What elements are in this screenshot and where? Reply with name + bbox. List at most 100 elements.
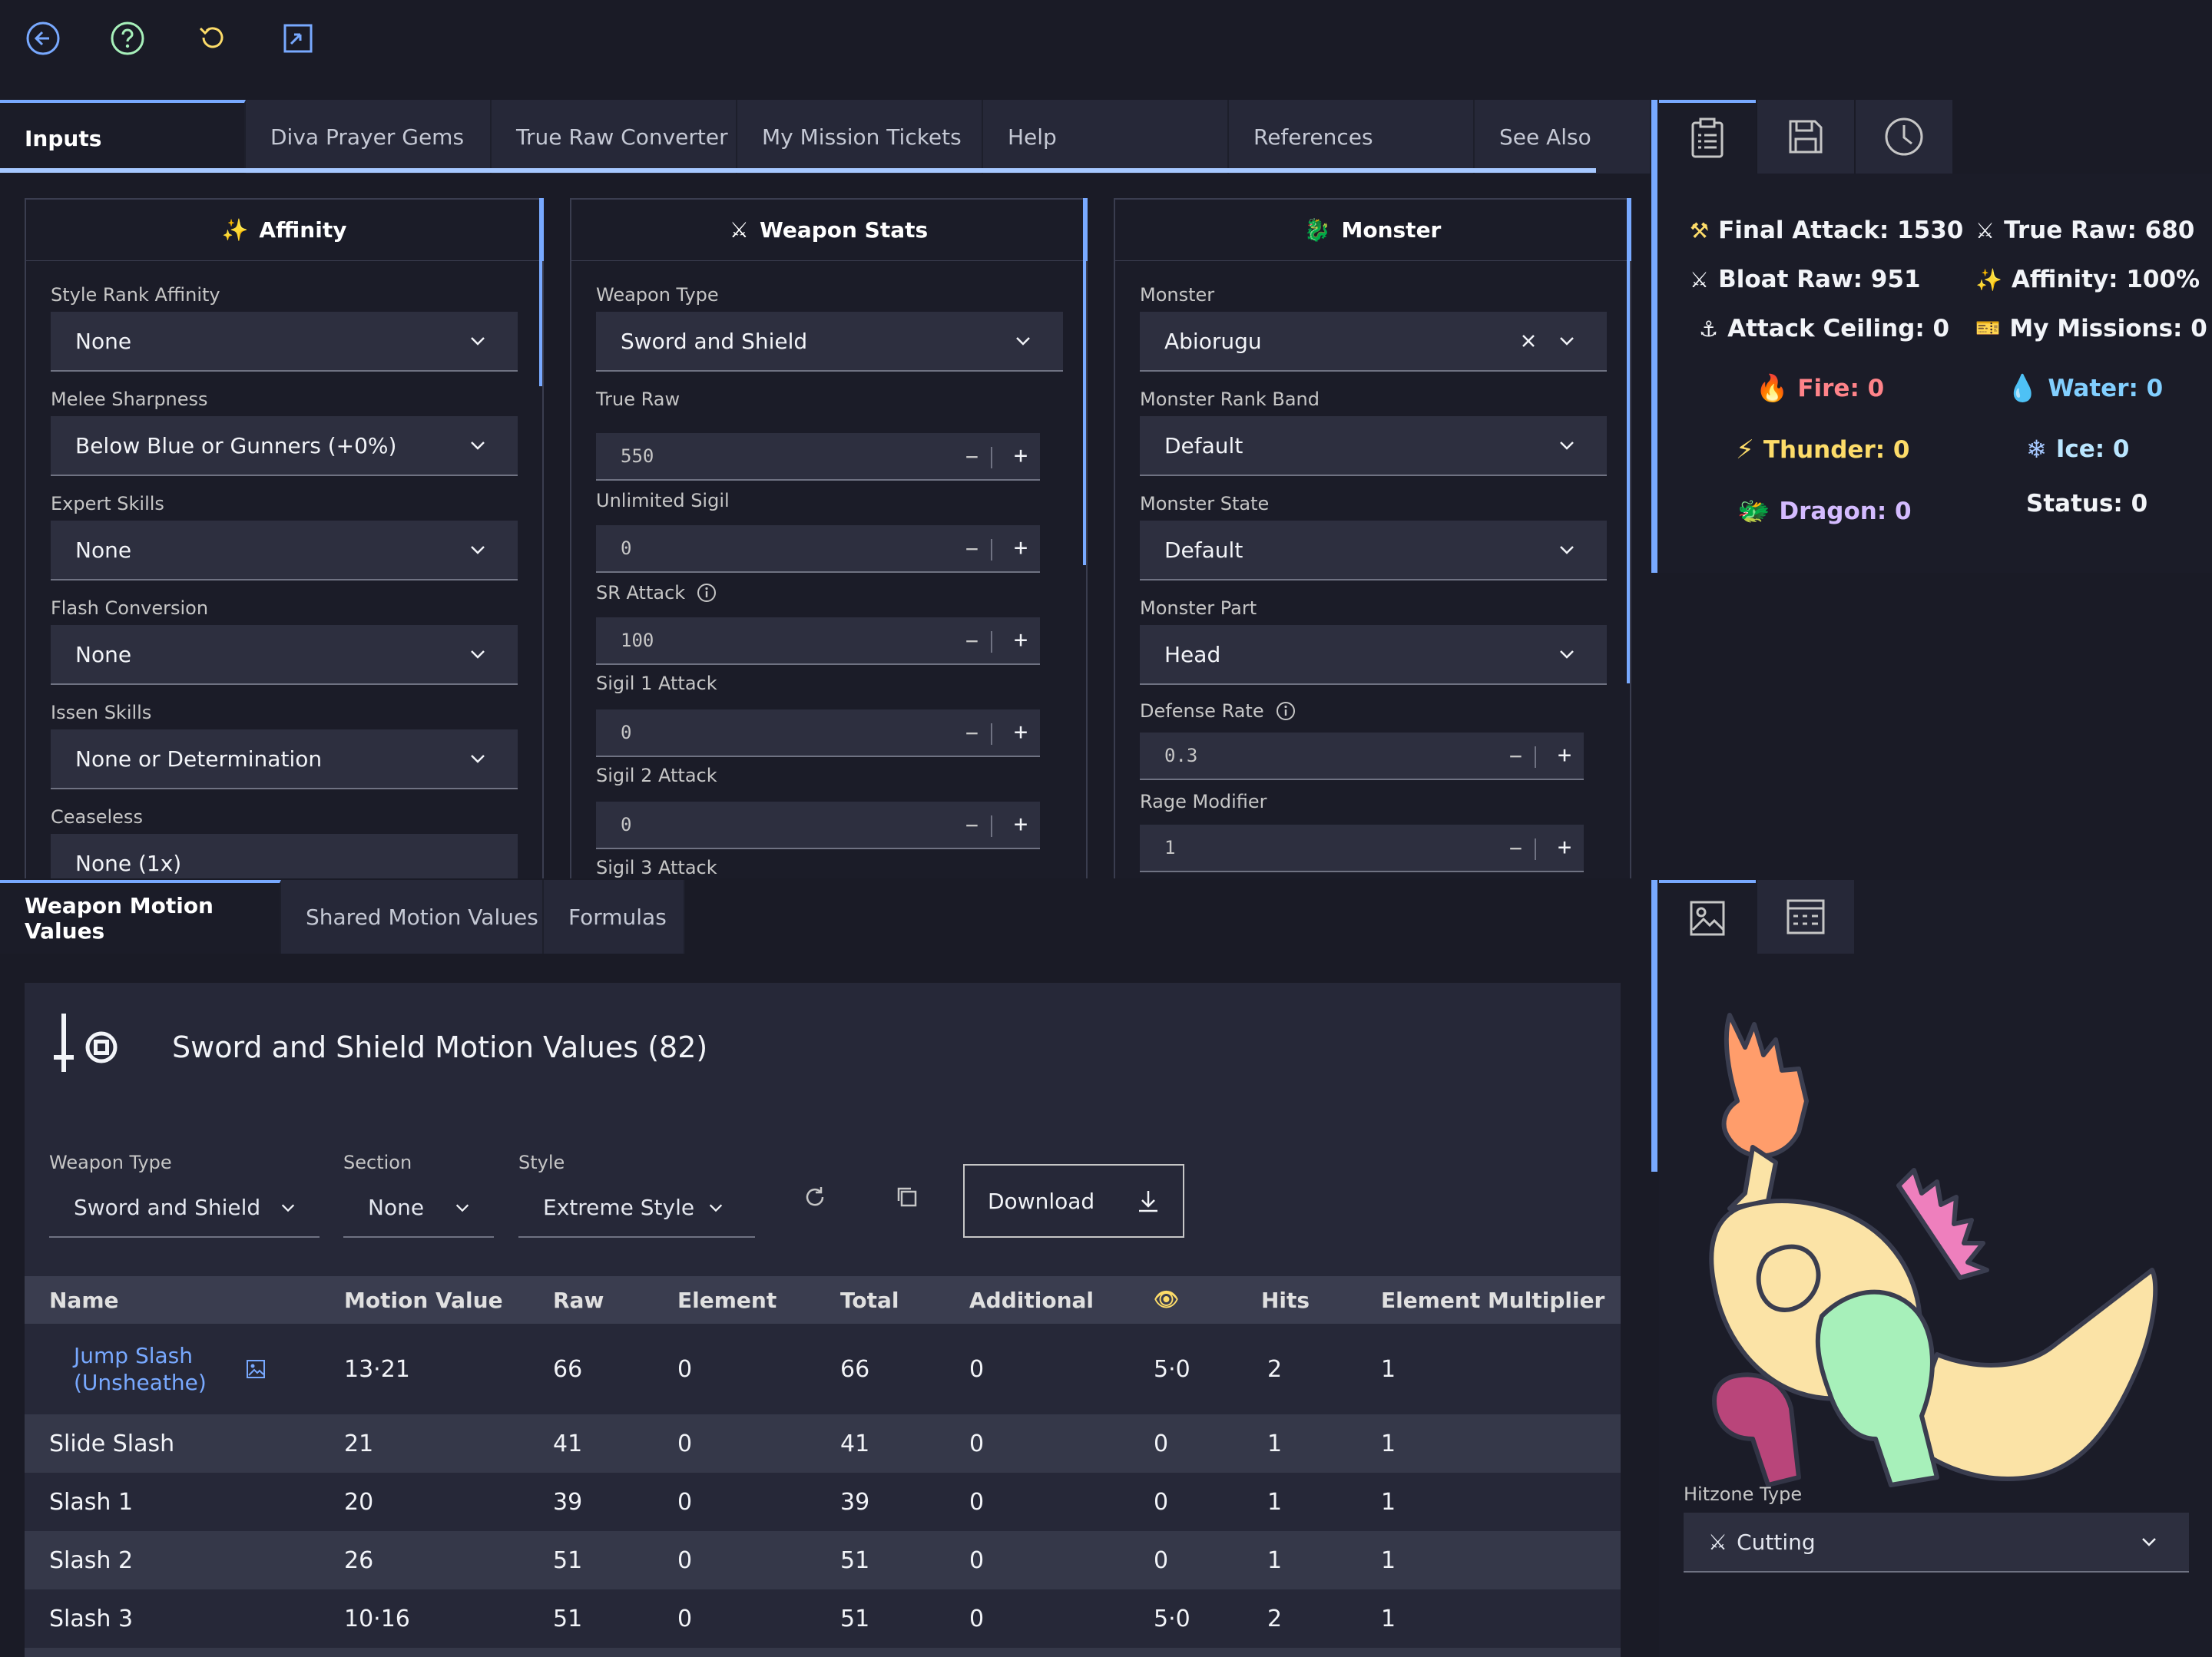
- expert-skills-select[interactable]: None: [51, 521, 518, 580]
- issen-skills-select[interactable]: None or Determination: [51, 729, 518, 789]
- tab-true-raw-converter[interactable]: True Raw Converter: [492, 100, 737, 174]
- monster-header: 🐉 Monster: [1114, 198, 1631, 261]
- select-value: None: [368, 1194, 425, 1220]
- weapon-type-select[interactable]: Sword and Shield: [596, 312, 1063, 372]
- sigil-2-attack-input[interactable]: 0 − +: [596, 802, 1040, 849]
- sigil-1-attack-input[interactable]: 0 − +: [596, 709, 1040, 757]
- unlimited-sigil-input[interactable]: 0 − +: [596, 525, 1040, 573]
- monster-rank-band-label: Monster Rank Band: [1140, 389, 1320, 410]
- monster-select[interactable]: Abiorugu: [1140, 312, 1607, 372]
- col-stun[interactable]: 👁: [1154, 1276, 1179, 1324]
- mv-weapon-type-select[interactable]: Sword and Shield: [49, 1178, 320, 1238]
- tab-history[interactable]: [1856, 100, 1952, 174]
- monster-state-select[interactable]: Default: [1140, 521, 1607, 580]
- flash-conversion-select[interactable]: None: [51, 625, 518, 685]
- chevron-down-icon: [1014, 332, 1032, 350]
- thunder-icon: ⚡: [1736, 435, 1754, 465]
- rage-modifier-input[interactable]: 1 − +: [1140, 825, 1584, 872]
- clipboard-icon: [1691, 117, 1724, 158]
- tab-monster-image[interactable]: [1659, 880, 1756, 954]
- decrement-button[interactable]: −: [965, 444, 979, 469]
- decrement-button[interactable]: −: [965, 628, 979, 653]
- increment-button[interactable]: +: [1558, 742, 1571, 769]
- final-attack-stat: ⚒ Final Attack: 1530: [1690, 217, 1963, 244]
- true-raw-input[interactable]: 550 − +: [596, 433, 1040, 481]
- col-element[interactable]: Element: [677, 1276, 777, 1324]
- style-rank-affinity-select[interactable]: None: [51, 312, 518, 372]
- ceaseless-select[interactable]: None (1x): [51, 834, 518, 878]
- tab-inputs[interactable]: Inputs: [0, 100, 246, 174]
- select-value: Head: [1164, 641, 1221, 667]
- col-additional[interactable]: Additional: [969, 1276, 1094, 1324]
- cell-additional: 0: [969, 1605, 985, 1632]
- row-name-link[interactable]: Jump Slash (Unsheathe): [74, 1324, 207, 1414]
- monster-rank-band-select[interactable]: Default: [1140, 416, 1607, 476]
- tab-stats[interactable]: [1659, 100, 1756, 174]
- affinity-panel: ✨ Affinity Style Rank Affinity None Mele…: [25, 198, 544, 878]
- col-element-multiplier[interactable]: Element Multiplier: [1381, 1276, 1604, 1324]
- cell-motion-value: 13·21: [344, 1355, 410, 1383]
- status-text: Status: 0: [2026, 490, 2148, 518]
- cell-element: 0: [677, 1546, 693, 1574]
- tab-shared-motion-values[interactable]: Shared Motion Values: [281, 880, 544, 954]
- download-button[interactable]: Download: [963, 1164, 1184, 1238]
- reset-icon[interactable]: [190, 17, 233, 60]
- sr-attack-input[interactable]: 100 − +: [596, 617, 1040, 665]
- hitzone-type-select[interactable]: ⚔ Cutting: [1684, 1513, 2189, 1573]
- sword-and-shield-icon: [51, 1012, 120, 1077]
- my-missions-text: My Missions: 0: [2009, 315, 2207, 342]
- mv-style-select[interactable]: Extreme Style: [518, 1178, 755, 1238]
- back-arrow-icon[interactable]: [22, 17, 65, 60]
- cell-total: 51: [840, 1546, 870, 1574]
- right-panel-divider[interactable]: [1651, 100, 1657, 573]
- increment-button[interactable]: +: [1014, 719, 1028, 746]
- tab-hitzone-table[interactable]: [1757, 880, 1854, 954]
- chevron-down-icon: [280, 1199, 296, 1216]
- tab-help[interactable]: Help: [983, 100, 1229, 174]
- motion-values-title: Sword and Shield Motion Values (82): [172, 1030, 708, 1064]
- decrement-button[interactable]: −: [1509, 743, 1522, 769]
- copy-icon[interactable]: [894, 1184, 920, 1210]
- decrement-button[interactable]: −: [965, 812, 979, 838]
- select-value: Extreme Style: [543, 1194, 695, 1220]
- ticket-icon: 🎫: [1975, 317, 2001, 340]
- tab-my-mission-tickets[interactable]: My Mission Tickets: [737, 100, 983, 174]
- tab-save[interactable]: [1757, 100, 1854, 174]
- increment-button[interactable]: +: [1558, 834, 1571, 861]
- decrement-button[interactable]: −: [965, 536, 979, 561]
- decrement-button[interactable]: −: [1509, 835, 1522, 861]
- fullscreen-icon[interactable]: [276, 17, 320, 60]
- info-icon[interactable]: [1275, 700, 1296, 722]
- help-icon[interactable]: [106, 17, 149, 60]
- divider: [991, 539, 992, 561]
- image-icon[interactable]: [246, 1324, 266, 1414]
- increment-button[interactable]: +: [1014, 534, 1028, 561]
- info-icon[interactable]: [696, 582, 717, 604]
- cell-total: 51: [840, 1605, 870, 1632]
- col-name[interactable]: Name: [49, 1276, 119, 1324]
- right-bottom-divider[interactable]: [1651, 880, 1657, 1172]
- increment-button[interactable]: +: [1014, 627, 1028, 653]
- cell-raw: 51: [553, 1546, 583, 1574]
- increment-button[interactable]: +: [1014, 442, 1028, 469]
- cell-additional: 0: [969, 1488, 985, 1516]
- tab-formulas[interactable]: Formulas: [544, 880, 685, 954]
- increment-button[interactable]: +: [1014, 811, 1028, 838]
- melee-sharpness-select[interactable]: Below Blue or Gunners (+0%): [51, 416, 518, 476]
- col-motion-value[interactable]: Motion Value: [344, 1276, 503, 1324]
- mv-section-select[interactable]: None: [343, 1178, 494, 1238]
- col-total[interactable]: Total: [840, 1276, 899, 1324]
- tab-references[interactable]: References: [1229, 100, 1475, 174]
- col-hits[interactable]: Hits: [1261, 1276, 1310, 1324]
- decrement-button[interactable]: −: [965, 720, 979, 746]
- defense-rate-input[interactable]: 0.3 − +: [1140, 733, 1584, 780]
- tab-see-also[interactable]: See Also: [1475, 100, 1651, 174]
- attack-ceiling-stat: ⚓ Attack Ceiling: 0: [1699, 315, 1949, 342]
- col-raw[interactable]: Raw: [553, 1276, 604, 1324]
- monster-part-select[interactable]: Head: [1140, 625, 1607, 685]
- tab-scroll-indicator[interactable]: [0, 168, 1596, 173]
- tab-weapon-motion-values[interactable]: Weapon Motion Values: [0, 880, 281, 954]
- tab-diva-prayer-gems[interactable]: Diva Prayer Gems: [246, 100, 492, 174]
- clear-icon[interactable]: [1519, 332, 1538, 350]
- refresh-icon[interactable]: [802, 1184, 828, 1210]
